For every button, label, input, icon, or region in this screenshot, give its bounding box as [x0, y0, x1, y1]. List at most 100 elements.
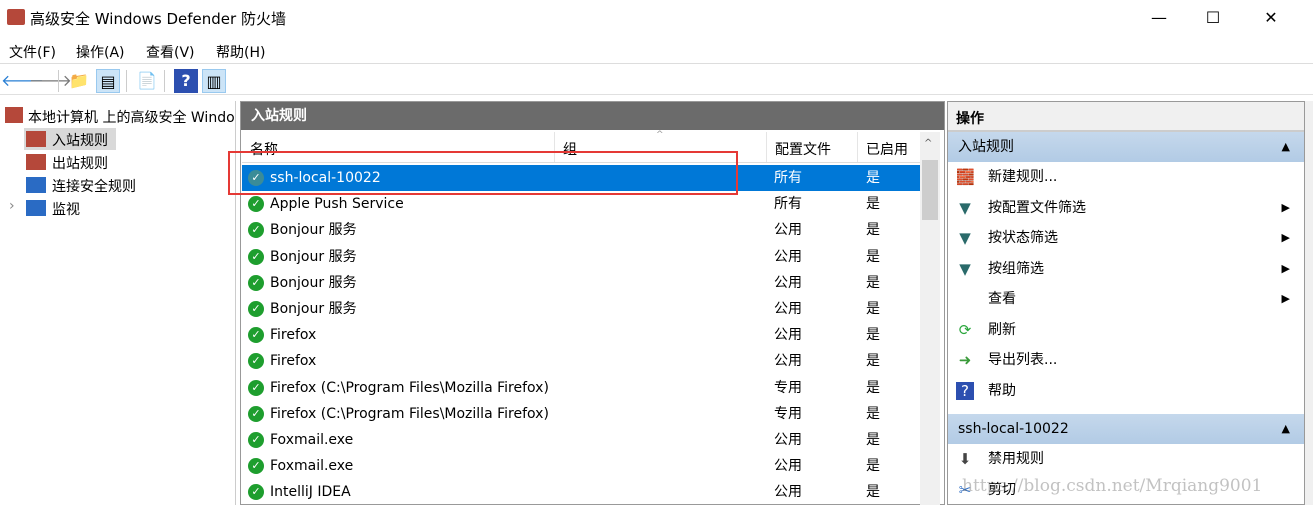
enabled-check-icon: ✓ [248, 222, 264, 239]
menu-view[interactable]: 查看(V) [146, 42, 195, 62]
rule-name: Foxmail.exe [270, 458, 354, 475]
toolbar-separator [126, 70, 127, 92]
rule-profile: 公用 [774, 327, 802, 344]
inbound-rules-icon [26, 131, 46, 147]
action-item[interactable]: ➜ 导出列表... [948, 345, 1304, 376]
scroll-up-icon[interactable]: ^ [924, 138, 932, 149]
action-label: 按组筛选 [988, 260, 1044, 277]
tree-item-outbound-rules[interactable]: 出站规则 [52, 153, 108, 173]
rule-row[interactable]: ✓ Bonjour 服务 公用 是 [242, 296, 920, 322]
enabled-check-icon: ✓ [248, 432, 264, 448]
action-label: 新建规则... [988, 169, 1058, 185]
rule-name: Firefox (C:\Program Files\Mozilla Firefo… [270, 379, 549, 396]
action-item[interactable]: ⬇ 禁用规则 [948, 444, 1304, 475]
rule-row[interactable]: ✓ Firefox 公用 是 [242, 348, 920, 374]
enabled-check-icon: ✓ [248, 274, 264, 291]
filter-icon: ▼ [959, 259, 971, 278]
submenu-arrow-icon: ▶ [1281, 231, 1290, 244]
menu-bar [0, 36, 1313, 64]
action-item[interactable]: ▼ 按配置文件筛选 ▶ [948, 193, 1304, 224]
rule-name: Apple Push Service [270, 196, 404, 213]
monitor-icon [26, 200, 46, 216]
forward-icon[interactable]: 🡒 [29, 69, 72, 93]
back-icon[interactable]: 🡐 [1, 69, 44, 93]
rule-name: Bonjour 服务 [270, 222, 357, 239]
watermark: https://blog.csdn.net/Mrqiang9001 [962, 476, 1263, 496]
action-item[interactable]: ? 帮助 [948, 376, 1304, 407]
menu-file[interactable]: 文件(F) [9, 42, 56, 62]
actions-pane: 操作 入站规则 ▲ 🧱 新建规则... ▼ 按配置文件筛选 ▶ ▼ 按状态筛选 ▶ ▼ 按组筛选 ▶ 查… [947, 101, 1305, 505]
minimize-button[interactable]: — [1136, 0, 1182, 36]
expand-chevron-icon[interactable]: › [9, 198, 15, 214]
pane-title: 入站规则 [241, 102, 944, 130]
rule-row[interactable]: ✓ Foxmail.exe 公用 是 [242, 427, 920, 453]
menu-action[interactable]: 操作(A) [76, 42, 125, 62]
rule-profile: 所有 [774, 196, 802, 213]
rule-enabled: 是 [866, 458, 880, 475]
rule-row[interactable]: ✓ Firefox (C:\Program Files\Mozilla Fire… [242, 375, 920, 401]
rule-name: Bonjour 服务 [270, 274, 357, 291]
up-folder-icon[interactable]: 📁 [67, 69, 91, 93]
action-item[interactable]: ▼ 按状态筛选 ▶ [948, 223, 1304, 254]
collapse-icon[interactable]: ▲ [1282, 132, 1290, 162]
refresh-icon: ⟳ [958, 320, 972, 339]
action-item[interactable]: ▼ 按组筛选 ▶ [948, 254, 1304, 285]
column-header-enabled[interactable]: 已启用 [866, 130, 908, 163]
action-label: 按状态筛选 [988, 230, 1058, 246]
rule-name: Firefox (C:\Program Files\Mozilla Firefo… [270, 405, 549, 422]
rule-row[interactable]: ✓ IntelliJ IDEA 公用 是 [242, 479, 920, 505]
enabled-check-icon: ✓ [248, 327, 264, 344]
tree-item-monitoring[interactable]: 监视 [52, 199, 80, 219]
rule-enabled: 是 [866, 484, 880, 501]
rule-row[interactable]: ✓ Bonjour 服务 公用 是 [242, 270, 920, 296]
export-list-icon[interactable]: 📄 [135, 69, 159, 93]
enabled-check-icon: ✓ [248, 196, 264, 213]
rule-profile: 所有 [774, 170, 802, 186]
toolbar-separator [58, 70, 59, 92]
tree-item-connection-security-rules[interactable]: 连接安全规则 [52, 176, 136, 196]
enabled-check-icon: ✓ [248, 353, 264, 370]
rule-row[interactable]: ✓ Foxmail.exe 公用 是 [242, 453, 920, 479]
rule-row[interactable]: ✓ Firefox (C:\Program Files\Mozilla Fire… [242, 401, 920, 427]
close-button[interactable]: ✕ [1248, 0, 1294, 36]
scrollbar-thumb[interactable] [922, 160, 938, 220]
action-pane-icon[interactable]: ▥ [202, 69, 226, 93]
tree-root[interactable]: 本地计算机 上的高级安全 Windows Defender 防火墙 [28, 107, 234, 127]
tree-item-inbound-rules[interactable]: 入站规则 [52, 130, 108, 150]
enabled-check-icon: ✓ [248, 458, 264, 475]
rule-profile: 公用 [774, 353, 802, 370]
rule-profile: 公用 [774, 458, 802, 475]
menu-help[interactable]: 帮助(H) [216, 42, 265, 62]
rule-row[interactable]: ✓ Firefox 公用 是 [242, 322, 920, 348]
rule-enabled: 是 [866, 196, 880, 213]
rule-profile: 公用 [774, 222, 802, 239]
column-header-profile[interactable]: 配置文件 [775, 130, 831, 163]
rule-profile: 专用 [774, 405, 802, 422]
rule-profile: 公用 [774, 248, 802, 265]
action-item[interactable]: ⟳ 刷新 [948, 315, 1304, 346]
help-icon[interactable]: ? [174, 69, 198, 93]
action-item[interactable]: 查看 ▶ [948, 284, 1304, 315]
rule-row[interactable]: ✓ Bonjour 服务 公用 是 [242, 217, 920, 243]
submenu-arrow-icon: ▶ [1281, 292, 1290, 305]
help-icon: ? [956, 381, 974, 400]
export-icon: ➜ [958, 351, 972, 369]
actions-group-selected-rule[interactable]: ssh-local-10022 ▲ [948, 414, 1304, 444]
rule-name: Firefox [270, 327, 317, 344]
collapse-icon[interactable]: ▲ [1282, 414, 1290, 444]
show-hide-tree-icon[interactable]: ▤ [96, 69, 120, 93]
actions-group-inbound-rules[interactable]: 入站规则 ▲ [948, 132, 1304, 162]
highlight-annotation-box [228, 151, 738, 195]
rule-row[interactable]: ✓ Apple Push Service 所有 是 [242, 191, 920, 217]
connection-security-icon [26, 177, 46, 193]
action-item[interactable]: 🧱 新建规则... [948, 162, 1304, 193]
sort-arrow-icon: ^ [656, 130, 664, 140]
rule-name: Firefox [270, 353, 317, 370]
rule-name: Foxmail.exe [270, 432, 354, 448]
submenu-arrow-icon: ▶ [1281, 200, 1290, 214]
enabled-check-icon: ✓ [248, 379, 264, 396]
group-title: ssh-local-10022 [958, 421, 1069, 437]
action-label: 导出列表... [988, 352, 1058, 368]
maximize-button[interactable]: ☐ [1190, 0, 1236, 36]
rule-row[interactable]: ✓ Bonjour 服务 公用 是 [242, 244, 920, 270]
